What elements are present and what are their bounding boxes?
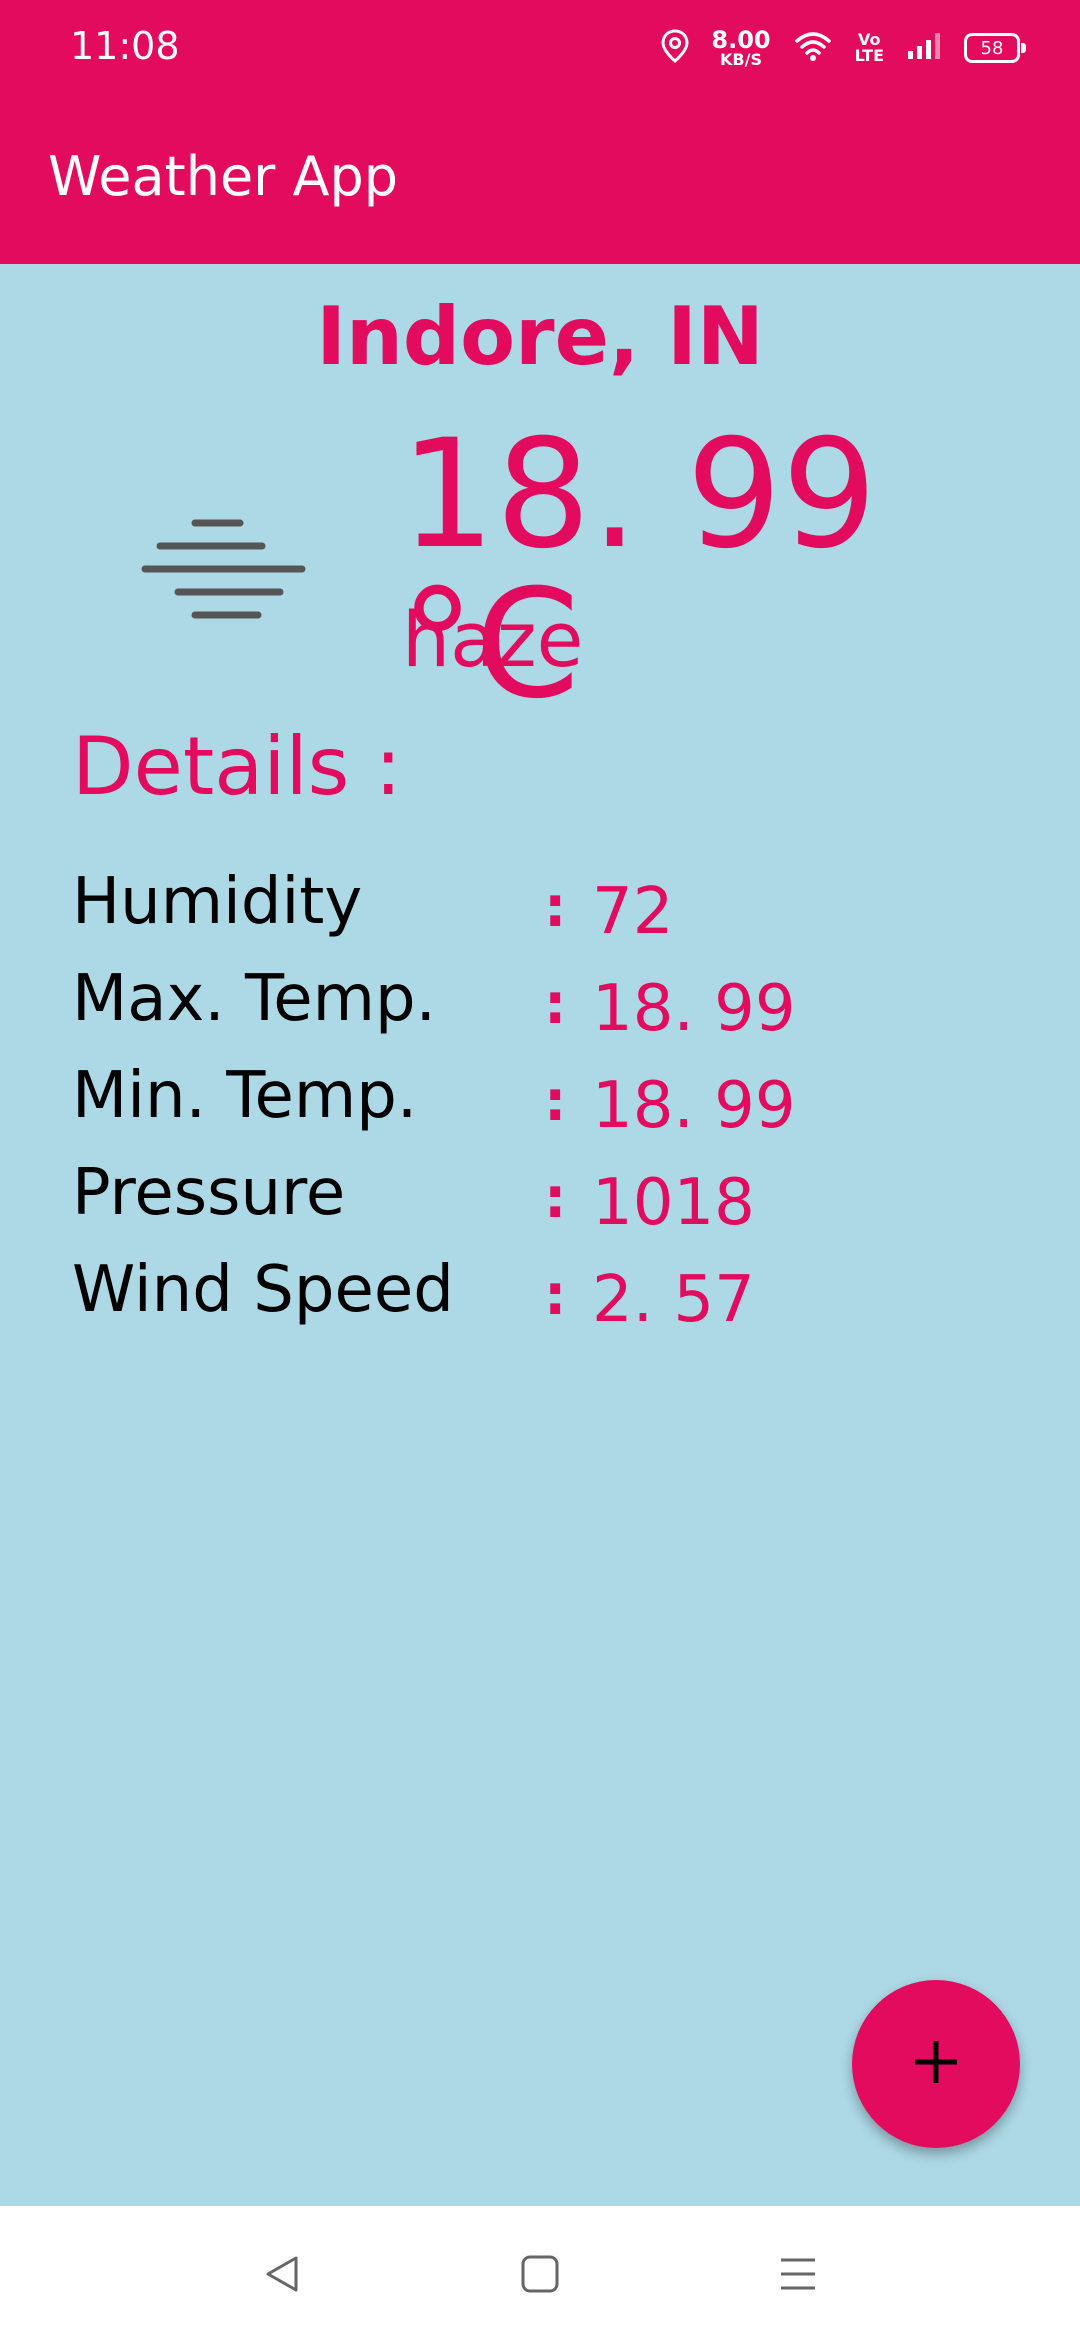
- detail-value: 18. 99: [592, 972, 796, 1046]
- status-icons: 8.00 KB/S Vo LTE 58: [661, 28, 1026, 68]
- app-title: Weather App: [48, 145, 399, 208]
- detail-value: 18. 99: [592, 1069, 796, 1143]
- detail-row-humidity: Humidity : 72: [72, 865, 972, 949]
- detail-separator: :: [544, 1263, 567, 1328]
- back-icon: [262, 2254, 302, 2298]
- recents-button[interactable]: [768, 2246, 828, 2306]
- details-title: Details :: [72, 720, 402, 813]
- volte-bottom: LTE: [854, 46, 884, 65]
- detail-label: Max. Temp.: [72, 962, 436, 1036]
- detail-label: Pressure: [72, 1156, 346, 1230]
- battery-icon: 58: [964, 33, 1026, 63]
- detail-separator: :: [544, 1166, 567, 1231]
- detail-row-wind-speed: Wind Speed : 2. 57: [72, 1253, 972, 1337]
- signal-icon: [906, 31, 942, 65]
- detail-label: Min. Temp.: [72, 1059, 418, 1133]
- location-icon: [661, 29, 689, 67]
- detail-value: 2. 57: [592, 1263, 755, 1337]
- recents-icon: [778, 2254, 818, 2298]
- detail-separator: :: [544, 1069, 567, 1134]
- weather-condition: haze: [402, 595, 584, 684]
- detail-value: 72: [592, 875, 674, 949]
- detail-value: 1018: [592, 1166, 755, 1240]
- detail-separator: :: [544, 972, 567, 1037]
- status-time: 11:08: [70, 24, 180, 68]
- wifi-icon: [793, 30, 833, 66]
- detail-row-max-temp: Max. Temp. : 18. 99: [72, 962, 972, 1046]
- add-button[interactable]: [852, 1980, 1020, 2148]
- detail-label: Wind Speed: [72, 1253, 454, 1327]
- plus-icon: [911, 2037, 961, 2091]
- home-icon: [520, 2254, 560, 2298]
- net-speed-unit: KB/S: [720, 50, 762, 69]
- app-bar: 11:08 8.00 KB/S Vo LTE 58 Weather App: [0, 0, 1080, 264]
- net-speed-value: 8.00: [711, 26, 771, 54]
- battery-level: 58: [980, 37, 1004, 59]
- detail-label: Humidity: [72, 865, 363, 939]
- location-title: Indore, IN: [316, 290, 764, 383]
- net-speed: 8.00 KB/S: [711, 28, 770, 68]
- home-button[interactable]: [510, 2246, 570, 2306]
- detail-separator: :: [544, 875, 567, 940]
- volte-indicator: Vo LTE: [855, 32, 884, 64]
- detail-row-min-temp: Min. Temp. : 18. 99: [72, 1059, 972, 1143]
- detail-row-pressure: Pressure : 1018: [72, 1156, 972, 1240]
- back-button[interactable]: [252, 2246, 312, 2306]
- system-nav-bar: [0, 2206, 1080, 2340]
- haze-icon: [140, 515, 310, 625]
